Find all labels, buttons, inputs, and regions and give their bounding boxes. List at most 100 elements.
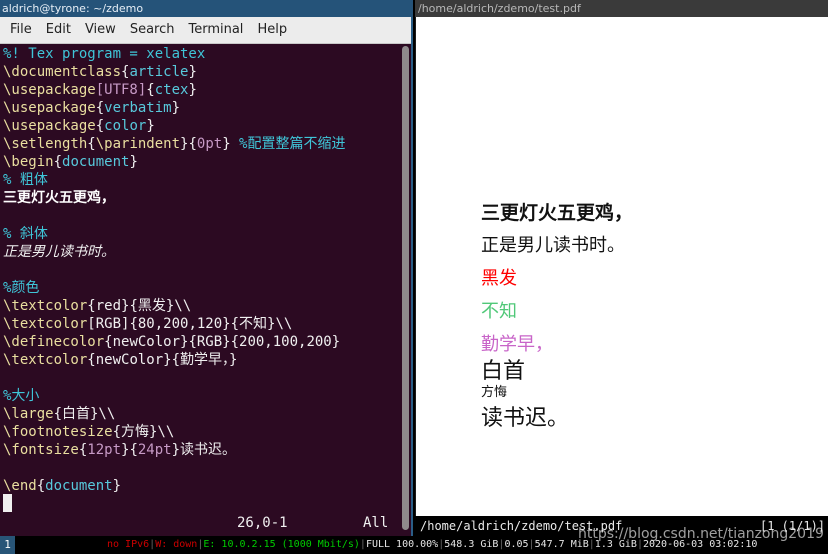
code-token: {	[87, 136, 96, 152]
code-token: \usepackage	[3, 82, 96, 98]
editor-line: \textcolor[RGB]{80,200,120}{不知}\\	[3, 315, 292, 333]
pdf-viewer-window[interactable]: /home/aldrich/zdemo/test.pdf 三更灯火五更鸡， 正是男…	[415, 0, 828, 536]
editor-line: %颜色	[3, 279, 39, 297]
code-token: \usepackage	[3, 100, 96, 116]
code-token: %颜色	[3, 280, 40, 296]
editor-line: \definecolor{newColor}{RGB}{200,100,200}	[3, 333, 340, 351]
pdf-text-line: 正是男儿读书时。	[481, 235, 625, 256]
editor-line: \fontsize{12pt}{24pt}读书迟。	[3, 441, 236, 459]
code-token: }	[188, 82, 197, 98]
code-token: \fontsize	[3, 442, 79, 458]
code-token: 正是男儿读书时。	[3, 244, 115, 260]
code-token: \footnotesize	[3, 424, 113, 440]
code-token: {	[95, 118, 105, 134]
code-token: document	[45, 478, 113, 494]
status-item: FULL 100.00%	[365, 539, 439, 550]
code-token: }	[146, 118, 155, 134]
code-token: }	[171, 100, 181, 116]
watermark: https://blog.csdn.net/tianzong2019	[578, 526, 824, 542]
code-token: }读书迟。	[171, 442, 237, 458]
code-token: [RGB]{80,200,120}{不知}\\	[87, 316, 293, 332]
pdf-text-line: 方悔	[481, 385, 508, 400]
code-token: \textcolor	[3, 298, 88, 314]
workspace-button[interactable]: 1	[0, 536, 15, 554]
editor-line: \textcolor{newColor}{勤学早，}	[3, 351, 237, 369]
status-item: 0.05	[504, 539, 529, 550]
code-token: {newColor}{勤学早，}	[87, 352, 238, 368]
code-token: color	[104, 118, 147, 134]
code-token: 12pt	[87, 442, 122, 458]
code-token: {	[36, 478, 46, 494]
code-token: {	[53, 154, 63, 170]
code-token: \parindent	[95, 136, 181, 152]
code-token: ctex	[154, 82, 189, 98]
text-cursor	[3, 494, 12, 512]
code-token: article	[129, 64, 189, 80]
editor-line: \setlength{\parindent}{0pt} %配置整篇不缩进	[3, 135, 345, 153]
code-token: document	[62, 154, 130, 170]
code-token: {	[95, 100, 105, 116]
scroll-position: All	[363, 515, 389, 531]
editor-line: 正是男儿读书时。	[3, 243, 115, 261]
code-token: \begin	[3, 154, 54, 170]
status-item: W: down	[155, 539, 198, 550]
pdf-page[interactable]: 三更灯火五更鸡， 正是男儿读书时。 黑发 不知 勤学早， 白首 方悔 读书迟。	[416, 17, 828, 516]
pdf-window-title: /home/aldrich/zdemo/test.pdf	[415, 0, 828, 17]
code-token: \textcolor	[3, 316, 88, 332]
code-token: %大小	[3, 388, 40, 404]
pdf-text-line: 不知	[481, 301, 517, 322]
pdf-text-line: 读书迟。	[481, 406, 570, 431]
code-token: 三更灯火五更鸡，	[3, 190, 115, 206]
editor-line: 三更灯火五更鸡，	[3, 189, 115, 207]
editor-line: \textcolor{red}{黑发}\\	[3, 297, 191, 315]
code-token: }	[222, 136, 240, 152]
editor-line: \large{白首}\\	[3, 405, 115, 423]
editor-line: % 粗体	[3, 171, 48, 189]
code-token: \usepackage	[3, 118, 96, 134]
editor-line: \usepackage{color}	[3, 117, 155, 135]
terminal-window[interactable]: aldrich@tyrone: ~/zdemo File Edit View Sear…	[0, 0, 413, 536]
terminal-scrollbar-thumb[interactable]	[402, 46, 409, 530]
editor-line: \footnotesize{方悔}\\	[3, 423, 174, 441]
code-token: \textcolor	[3, 352, 88, 368]
code-token: 0pt	[196, 136, 223, 152]
code-token: }	[129, 154, 138, 170]
code-token: {方悔}\\	[112, 424, 175, 440]
code-token: % 斜体	[3, 226, 48, 242]
terminal-title: aldrich@tyrone: ~/zdemo	[0, 0, 413, 17]
menu-edit[interactable]: Edit	[39, 17, 78, 43]
code-token: %! Tex program = xelatex	[3, 46, 206, 62]
menu-file[interactable]: File	[0, 17, 39, 43]
menu-terminal[interactable]: Terminal	[181, 17, 250, 43]
cursor-position: 26,0-1	[237, 515, 288, 531]
status-item: E: 10.0.2.15 (1000 Mbit/s)	[203, 539, 360, 550]
editor-line: \usepackage[UTF8]{ctex}	[3, 81, 197, 99]
vim-editor[interactable]: 26,0-1 All %! Tex program = xelatex \docu…	[0, 44, 400, 536]
editor-line: \begin{document}	[3, 153, 138, 171]
menu-view[interactable]: View	[78, 17, 123, 43]
code-token: }	[188, 64, 197, 80]
code-token: }{	[180, 136, 197, 152]
code-token: {red}{黑发}\\	[87, 298, 192, 314]
menu-help[interactable]: Help	[250, 17, 294, 43]
menu-search[interactable]: Search	[123, 17, 182, 43]
code-token: [UTF8]	[95, 82, 147, 98]
code-token: verbatim	[104, 100, 172, 116]
code-token: {白首}\\	[53, 406, 116, 422]
code-token: \definecolor	[3, 334, 105, 350]
terminal-menubar: File Edit View Search Terminal Help	[0, 17, 411, 44]
editor-line: \usepackage{verbatim}	[3, 99, 180, 117]
status-item: 548.3 GiB	[444, 539, 499, 550]
code-token: %配置整篇不缩进	[239, 136, 346, 152]
code-token: }	[112, 478, 122, 494]
code-token: \setlength	[3, 136, 88, 152]
code-token: \end	[3, 478, 37, 494]
status-item: no IPv6	[107, 539, 150, 550]
editor-line: \end{document}	[3, 477, 121, 495]
code-token: }{	[121, 442, 138, 458]
code-token: {	[146, 82, 155, 98]
editor-line: \documentclass{article}	[3, 63, 197, 81]
code-token: % 粗体	[3, 172, 48, 188]
editor-line: %大小	[3, 387, 39, 405]
code-token: \documentclass	[3, 64, 122, 80]
